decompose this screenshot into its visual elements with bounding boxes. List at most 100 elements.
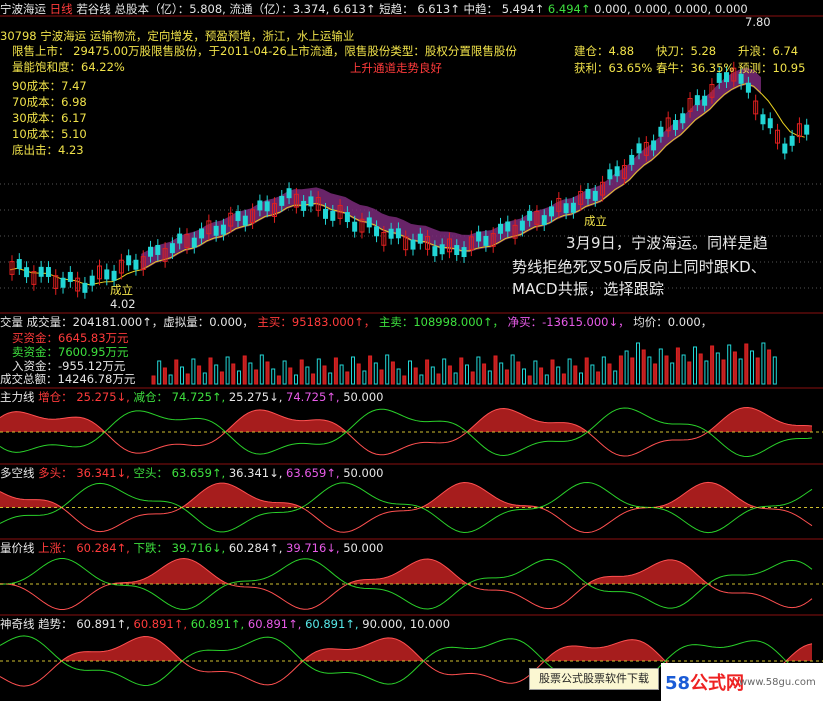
volume-bar: [162, 367, 167, 385]
stock-name: 宁波海运: [0, 2, 46, 16]
candle-body: [651, 140, 657, 151]
candle-body: [308, 196, 314, 207]
candle-body: [738, 73, 744, 84]
volume-bar: [522, 368, 526, 385]
candle-body: [410, 239, 416, 250]
total-amount: 成交总额：14246.78万元: [0, 372, 136, 386]
main-force-title[interactable]: 主力线: [0, 390, 35, 404]
volume-bar: [710, 345, 715, 385]
volume-bar: [584, 357, 589, 385]
volume-bar: [476, 356, 481, 385]
candle-body: [264, 201, 270, 212]
volume-header: 交量 成交量：204181.000↑，虚拟量：0.000， 主买：95183.0…: [0, 315, 712, 329]
candle-body: [745, 82, 751, 93]
volume-bar: [487, 370, 492, 385]
volume-bar: [419, 374, 424, 385]
candle-body: [24, 267, 30, 278]
main-force-osc-fill: [0, 407, 812, 432]
candle-body: [760, 114, 766, 125]
magic-e: 60.891↑,: [305, 617, 359, 631]
candle-body: [570, 202, 576, 213]
period-label[interactable]: 日线: [50, 2, 73, 16]
candle-body: [483, 235, 489, 246]
candle-body: [549, 206, 555, 217]
rise-label: 上涨：: [38, 541, 73, 555]
candle-body: [505, 221, 511, 232]
trend-value: 60.891↑,: [76, 617, 130, 631]
magic-b: 60.891↑,: [133, 617, 188, 631]
volume-bar: [379, 369, 384, 385]
magic-title[interactable]: 神奇线: [0, 617, 35, 631]
candle-body: [497, 223, 503, 234]
volume-bar: [265, 361, 270, 385]
candle-body: [301, 200, 307, 211]
logo-text: 58公式网: [665, 669, 744, 695]
volume-bar: [698, 353, 703, 385]
volume-bar: [544, 374, 549, 385]
cost-70: 70成本：6.98: [12, 95, 87, 109]
volume-bar: [744, 343, 749, 385]
candle-body: [220, 224, 226, 235]
volume-bar: [687, 361, 692, 385]
candle-body: [16, 259, 22, 270]
volume-bar: [311, 373, 316, 385]
bull-bear-title[interactable]: 多空线: [0, 466, 35, 480]
volume-bar: [430, 366, 435, 385]
volume-bar: [590, 364, 595, 385]
cost-10: 10成本：5.10: [12, 127, 87, 141]
candle-body: [388, 228, 394, 239]
candle-body: [279, 195, 285, 206]
volume-bar: [613, 370, 618, 385]
main-force-e: 50.000: [343, 390, 384, 404]
volume-bar: [259, 354, 264, 385]
candle-body: [242, 215, 248, 226]
volume-bar: [254, 369, 259, 385]
logo-name: 公式网: [690, 673, 745, 694]
magic-header: 神奇线 趋势： 60.891↑, 60.891↑, 60.891↑, 60.89…: [0, 617, 450, 631]
volume-bar: [715, 352, 720, 385]
volume-bar: [624, 350, 629, 385]
candle-body: [213, 225, 219, 236]
volume-bar: [151, 375, 156, 385]
bull-bear-d: 63.659↑,: [286, 466, 340, 480]
volume-bar: [322, 365, 327, 385]
volume-bar: [636, 342, 640, 385]
volume-bar: [653, 363, 658, 385]
bull-bear-osc-fill: [0, 482, 812, 508]
volume-bar: [664, 355, 669, 385]
volume-bar: [436, 373, 441, 385]
indicator-mode[interactable]: 若谷线: [76, 2, 111, 16]
main-force-c: 25.275↓,: [228, 390, 283, 404]
volume-bar: [527, 375, 532, 385]
candle-body: [82, 282, 88, 293]
software-download-banner[interactable]: 股票公式股票软件下载: [529, 668, 659, 690]
volume-bar: [761, 342, 766, 385]
volume-bar: [237, 370, 241, 385]
volume-bar: [618, 355, 623, 385]
candle-body: [111, 270, 117, 281]
volume-bar: [276, 375, 281, 385]
avg-price: 均价：0.000，: [633, 315, 713, 329]
volume-bar: [641, 349, 646, 385]
vol-price-title[interactable]: 量价线: [0, 541, 35, 555]
volume-title: 交量 成交量：204181.000↑，虚拟量：0.000，: [0, 315, 254, 329]
price-low-label: 4.02: [110, 297, 136, 311]
main-force-reduce-label: 减仓：: [133, 390, 169, 404]
short-trend-label: 短趋：: [379, 2, 414, 16]
site-logo[interactable]: 58公式网 www.58gu.com: [661, 663, 823, 701]
volume-bar: [704, 360, 709, 385]
fast-knife: 快刀：5.28: [656, 44, 717, 58]
forecast-value: 预测：10.95: [738, 61, 806, 75]
volume-bar: [596, 371, 601, 385]
candle-body: [330, 210, 336, 221]
volume-bar: [727, 344, 732, 385]
main-force-add-value: 25.275↓,: [76, 390, 130, 404]
price-high-label: 7.80: [745, 15, 771, 29]
volume-bar: [510, 354, 515, 385]
volume-bar: [670, 362, 675, 385]
volume-bar: [499, 362, 504, 385]
magic-c: 60.891↑,: [190, 617, 245, 631]
vol-price-d: 39.716↓,: [286, 541, 340, 555]
volume-bar: [658, 348, 663, 385]
logo-num: 58: [665, 673, 691, 694]
